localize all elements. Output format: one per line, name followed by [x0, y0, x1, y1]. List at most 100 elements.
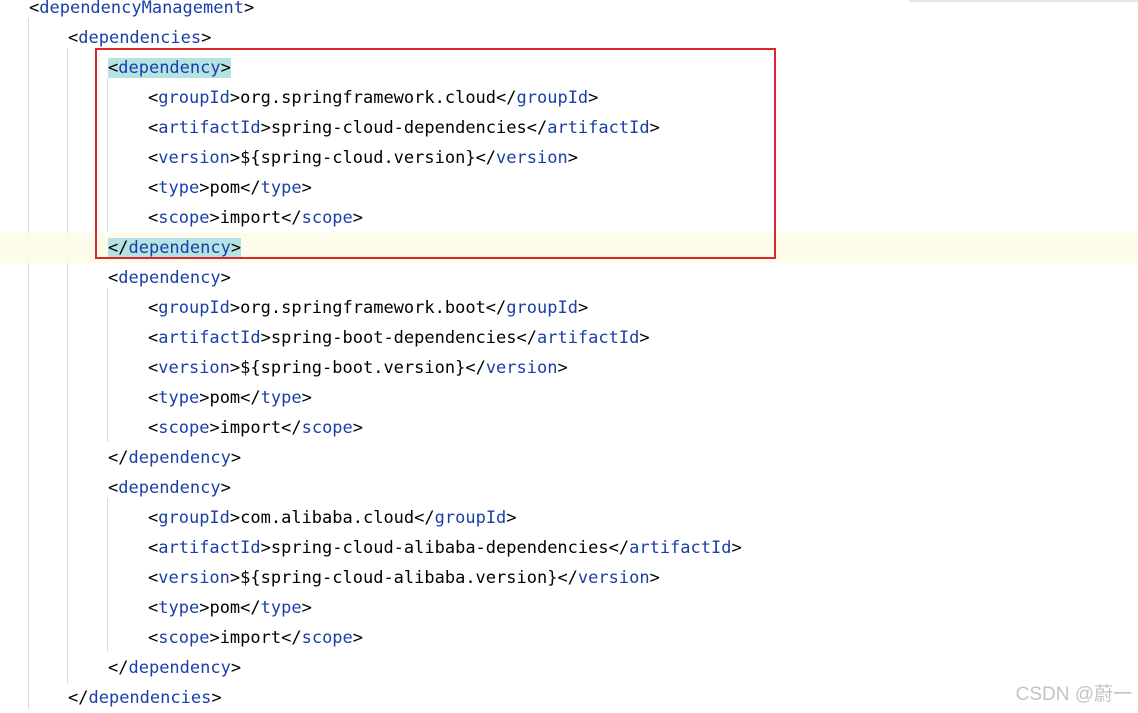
tag-name: scope — [158, 418, 210, 438]
element-value: pom — [209, 388, 241, 408]
tag-name: artifactId — [158, 118, 261, 138]
tag-bracket: > — [209, 418, 220, 438]
tag-name: scope — [301, 208, 353, 228]
tag-bracket: </ — [108, 658, 129, 678]
tag-bracket: > — [220, 478, 231, 498]
code-line-content: <type>pom</type> — [148, 383, 312, 413]
code-line[interactable]: <version>${spring-cloud-alibaba.version}… — [0, 563, 1138, 593]
code-line[interactable]: <type>pom</type> — [0, 593, 1138, 623]
code-line[interactable]: </dependency> — [0, 443, 1138, 473]
watermark: CSDN @蔚一 — [1015, 684, 1132, 705]
tag-bracket: < — [108, 478, 119, 498]
code-line[interactable]: <artifactId>spring-cloud-dependencies</a… — [0, 113, 1138, 143]
code-line[interactable]: <artifactId>spring-boot-dependencies</ar… — [0, 323, 1138, 353]
code-line[interactable]: <dependency> — [0, 263, 1138, 293]
code-line-content: <version>${spring-cloud-alibaba.version}… — [148, 563, 660, 593]
tag-bracket: </ — [108, 238, 129, 258]
tag-bracket: </ — [557, 568, 578, 588]
tag-name: artifactId — [158, 328, 261, 348]
tag-bracket: > — [577, 298, 589, 318]
code-line-content: <groupId>com.alibaba.cloud</groupId> — [148, 503, 517, 533]
tag-bracket: > — [260, 538, 271, 558]
element-value: import — [219, 208, 282, 228]
code-line[interactable]: <groupId>org.springframework.cloud</grou… — [0, 83, 1138, 113]
element-value: ${spring-boot.version} — [240, 358, 466, 378]
code-line[interactable]: <type>pom</type> — [0, 173, 1138, 203]
tag-bracket: < — [148, 538, 159, 558]
tag-bracket: > — [352, 628, 364, 648]
code-line[interactable]: <version>${spring-boot.version}</version… — [0, 353, 1138, 383]
tag-bracket: > — [588, 88, 599, 108]
tag-name: scope — [158, 628, 210, 648]
code-line-content: <artifactId>spring-cloud-alibaba-depende… — [148, 533, 742, 563]
tag-bracket: < — [148, 208, 159, 228]
tag-bracket: < — [148, 628, 159, 648]
tag-name: version — [158, 568, 230, 588]
code-line[interactable]: <scope>import</scope> — [0, 203, 1138, 233]
tag-bracket: > — [352, 208, 364, 228]
tag-bracket: < — [148, 508, 159, 528]
tag-name: groupId — [158, 88, 230, 108]
element-value: import — [219, 418, 282, 438]
code-line[interactable]: </dependency> — [0, 233, 1138, 263]
tag-bracket: > — [506, 508, 517, 528]
tag-bracket: < — [108, 58, 119, 78]
tag-name: scope — [158, 208, 210, 228]
tag-bracket: </ — [496, 88, 517, 108]
tag-bracket: > — [201, 28, 212, 48]
code-line[interactable]: <dependency> — [0, 53, 1138, 83]
tag-bracket: > — [260, 328, 271, 348]
tag-name: dependency — [128, 238, 231, 258]
tag-bracket: > — [301, 598, 312, 618]
tag-name: artifactId — [629, 538, 732, 558]
tag-name: type — [158, 388, 200, 408]
tag-bracket: < — [29, 0, 40, 18]
tag-bracket: </ — [608, 538, 630, 558]
tag-bracket: </ — [465, 358, 486, 378]
tag-bracket: > — [220, 268, 231, 288]
code-line-content: <groupId>org.springframework.boot</group… — [148, 293, 588, 323]
element-value: org.springframework.cloud — [240, 88, 497, 108]
code-line[interactable]: <scope>import</scope> — [0, 623, 1138, 653]
tag-bracket: </ — [414, 508, 435, 528]
code-line[interactable]: <version>${spring-cloud.version}</versio… — [0, 143, 1138, 173]
tag-name: scope — [301, 418, 353, 438]
tag-bracket: < — [148, 418, 159, 438]
code-line[interactable]: <artifactId>spring-cloud-alibaba-depende… — [0, 533, 1138, 563]
tag-name: type — [260, 178, 302, 198]
element-value: spring-cloud-alibaba-dependencies — [270, 538, 609, 558]
tag-name: dependencies — [78, 28, 202, 48]
tag-bracket: > — [243, 0, 255, 18]
tag-bracket: > — [352, 418, 364, 438]
tag-bracket: < — [148, 328, 159, 348]
tag-bracket: > — [229, 88, 241, 108]
code-line[interactable]: <dependencyManagement> — [0, 0, 1138, 23]
tag-bracket: > — [731, 538, 742, 558]
tag-bracket: < — [148, 388, 159, 408]
code-line[interactable]: <groupId>com.alibaba.cloud</groupId> — [0, 503, 1138, 533]
code-line[interactable]: <dependency> — [0, 473, 1138, 503]
tag-bracket: > — [301, 388, 312, 408]
element-value: ${spring-cloud-alibaba.version} — [240, 568, 558, 588]
tag-bracket: </ — [281, 628, 302, 648]
tag-name: dependency — [118, 268, 221, 288]
code-editor[interactable]: <dependencyManagement> <dependencies> <dep… — [0, 0, 1138, 709]
code-line[interactable]: <type>pom</type> — [0, 383, 1138, 413]
tag-bracket: > — [567, 148, 578, 168]
code-line[interactable]: </dependency> — [0, 653, 1138, 683]
code-line[interactable]: <dependencies> — [0, 23, 1138, 53]
code-line-content: </dependency> — [108, 233, 242, 263]
tag-name: dependencies — [88, 688, 212, 708]
code-line[interactable]: <groupId>org.springframework.boot</group… — [0, 293, 1138, 323]
tag-bracket: > — [230, 448, 242, 468]
bracket-match-highlight: <dependency> — [108, 58, 231, 78]
tag-name: artifactId — [158, 538, 261, 558]
tag-name: type — [158, 598, 200, 618]
tag-bracket: > — [211, 688, 222, 708]
bracket-match-highlight: </dependency> — [108, 238, 242, 258]
code-line-content: <dependencies> — [68, 23, 211, 53]
code-line[interactable]: <scope>import</scope> — [0, 413, 1138, 443]
element-value: pom — [209, 178, 241, 198]
code-line-content: <groupId>org.springframework.cloud</grou… — [148, 83, 598, 113]
tag-bracket: > — [199, 388, 210, 408]
